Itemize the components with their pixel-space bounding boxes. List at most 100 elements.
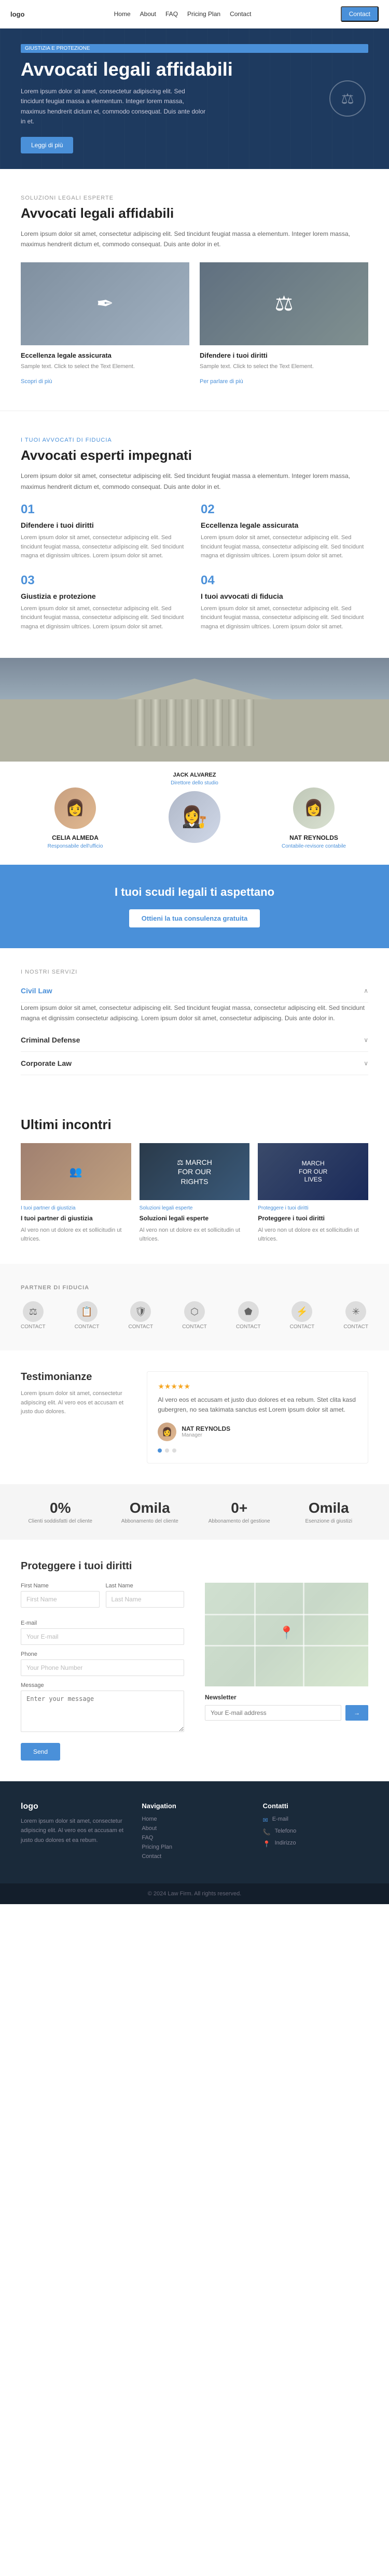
footer-email-text: E-mail <box>272 1816 288 1822</box>
team-avatar-2: 👩‍⚖️ <box>169 791 220 843</box>
firstname-input[interactable] <box>21 1591 100 1608</box>
rating-stars: ★★★★★ <box>158 1382 357 1391</box>
solutions-text: Lorem ipsum dolor sit amet, consectetur … <box>21 229 368 250</box>
message-input[interactable] <box>21 1691 184 1732</box>
team-grid: 👩 CELIA ALMEDA Responsabile dell'ufficio… <box>21 787 368 849</box>
news-tag-3: Proteggere i tuoi diritti <box>258 1205 368 1211</box>
email-label: E-mail <box>21 1620 184 1626</box>
nav-home[interactable]: Home <box>114 10 131 18</box>
nav-faq[interactable]: FAQ <box>165 10 178 18</box>
service-item-1[interactable]: Civil Law ∧ <box>21 979 368 1003</box>
phone-input[interactable] <box>21 1659 184 1676</box>
stats-section: 0% Clienti soddisfatti del cliente Omila… <box>0 1484 389 1540</box>
footer: logo Lorem ipsum dolor sit amet, consect… <box>0 1781 389 1883</box>
partner-5: ⬟ CONTACT <box>236 1301 261 1330</box>
feature-3-title: Giustizia e protezione <box>21 592 188 600</box>
team-text: Lorem ipsum dolor sit amet, consectetur … <box>21 471 368 492</box>
partner-4: ⬡ CONTACT <box>182 1301 207 1330</box>
phone-icon: 📞 <box>263 1828 271 1836</box>
hero-logo-circle: ⚖ <box>329 80 366 117</box>
stat-num-1: 0% <box>21 1500 100 1516</box>
news-text-2: Al vero non ut dolore ex et sollicitudin… <box>140 1226 250 1243</box>
court-column-3 <box>166 699 176 746</box>
footer-nav-about[interactable]: About <box>142 1825 247 1832</box>
feature-4-title: I tuoi avvocati di fiducia <box>201 592 368 600</box>
solution-card-2-title: Difendere i tuoi diritti <box>200 351 368 359</box>
footer-nav-home[interactable]: Home <box>142 1816 247 1822</box>
testimonial-dot-1[interactable] <box>158 1448 162 1453</box>
news-card-title-3: Proteggere i tuoi diritti <box>258 1214 368 1223</box>
team-card-2: JACK ALVAREZ Direttore dello studio 👩‍⚖️ <box>140 772 249 849</box>
solutions-label: SOLUZIONI LEGALI ESPERTE <box>21 195 368 201</box>
stat-label-4: Esenzione di giustizi <box>289 1518 369 1524</box>
form-submit-button[interactable]: Send <box>21 1743 60 1761</box>
news-text-1: Al vero non ut dolore ex et sollicitudin… <box>21 1226 131 1243</box>
stat-3: 0+ Abbonamento del gestione <box>200 1500 279 1524</box>
solution-card-1: ✒ Eccellenza legale assicurata Sample te… <box>21 262 189 385</box>
form-group-lastname: Last Name <box>106 1583 185 1608</box>
footer-address-text: Indirizzo <box>275 1840 296 1846</box>
team-name-1: CELIA ALMEDA <box>21 834 130 841</box>
footer-email: ✉ E-mail <box>263 1816 368 1824</box>
footer-nav-faq[interactable]: FAQ <box>142 1835 247 1841</box>
footer-nav-contact[interactable]: Contact <box>142 1853 247 1860</box>
news-image-3: MARCHFOR OURLIVES <box>258 1143 368 1200</box>
stat-label-3: Abbonamento del gestione <box>200 1518 279 1524</box>
solutions-section: SOLUZIONI LEGALI ESPERTE Avvocati legali… <box>0 169 389 411</box>
contact-form-title: Proteggere i tuoi diritti <box>21 1560 368 1572</box>
partner-name-3: CONTACT <box>128 1324 153 1330</box>
partner-name-4: CONTACT <box>182 1324 207 1330</box>
solutions-title: Avvocati legali affidabili <box>21 205 368 221</box>
testimonial-text: Al vero eos et accusam et justo duo dolo… <box>158 1395 357 1415</box>
cta-section: I tuoi scudi legali ti aspettano Ottieni… <box>0 865 389 948</box>
footer-bottom: © 2024 Law Firm. All rights reserved. <box>0 1883 389 1904</box>
hero-section: GIUSTIZIA E PROTEZIONE Avvocati legali a… <box>0 29 389 169</box>
partner-3: 🛡 CONTACT <box>128 1301 153 1330</box>
service-name-3: Corporate Law <box>21 1059 72 1067</box>
service-description-1: Lorem ipsum dolor sit amet, consectetur … <box>21 1003 368 1029</box>
map-placeholder: 📍 <box>205 1583 368 1686</box>
testimonials-inner: Testimonianze Lorem ipsum dolor sit amet… <box>21 1371 368 1463</box>
testimonials-intro-text: Lorem ipsum dolor sit amet, consectetur … <box>21 1389 131 1417</box>
news-image-1: 👥 <box>21 1143 131 1200</box>
feature-4-text: Lorem ipsum dolor sit amet, consectetur … <box>201 604 368 632</box>
newsletter-email-input[interactable] <box>205 1705 341 1721</box>
team-avatar-3: 👩 <box>293 787 335 829</box>
features-grid: 01 Difendere i tuoi diritti Lorem ipsum … <box>21 502 368 632</box>
lastname-input[interactable] <box>106 1591 185 1608</box>
court-column-8 <box>244 699 254 746</box>
partner-icon-2: 📋 <box>77 1301 98 1322</box>
footer-nav-pricing[interactable]: Pricing Plan <box>142 1844 247 1850</box>
feature-2-text: Lorem ipsum dolor sit amet, consectetur … <box>201 533 368 561</box>
feature-2-title: Eccellenza legale assicurata <box>201 521 368 529</box>
footer-about: logo Lorem ipsum dolor sit amet, consect… <box>21 1802 126 1863</box>
partner-7: ✳ CONTACT <box>343 1301 368 1330</box>
stat-2: Omila Abbonamento del cliente <box>110 1500 190 1524</box>
stat-num-3: 0+ <box>200 1500 279 1516</box>
footer-grid: logo Lorem ipsum dolor sit amet, consect… <box>21 1802 368 1863</box>
nav-contact[interactable]: Contact <box>230 10 251 18</box>
team-section: 👩 CELIA ALMEDA Responsabile dell'ufficio… <box>0 762 389 865</box>
team-label: I TUOI AVVOCATI DI FIDUCIA <box>21 437 368 443</box>
nav-cta-button[interactable]: Contact <box>341 6 379 22</box>
hero-cta-button[interactable]: Leggi di più <box>21 137 73 153</box>
service-item-3[interactable]: Corporate Law ∨ <box>21 1052 368 1075</box>
testimonial-dot-2[interactable] <box>165 1448 169 1453</box>
team-title: Avvocati esperti impegnati <box>21 447 368 463</box>
solution-card-2-link[interactable]: Per parlare di più <box>200 378 243 385</box>
solution-card-1-title: Eccellenza legale assicurata <box>21 351 189 359</box>
cta-button[interactable]: Ottieni la tua consulenza gratuita <box>129 909 260 927</box>
testimonial-dot-3[interactable] <box>172 1448 176 1453</box>
partner-name-2: CONTACT <box>75 1324 100 1330</box>
service-item-2[interactable]: Criminal Defense ∨ <box>21 1029 368 1052</box>
news-text-3: Al vero non ut dolore ex et sollicitudin… <box>258 1226 368 1243</box>
nav-about[interactable]: About <box>140 10 156 18</box>
stat-num-2: Omila <box>110 1500 190 1516</box>
court-column-1 <box>135 699 145 746</box>
footer-contact: Contatti ✉ E-mail 📞 Telefono 📍 Indirizzo <box>263 1802 368 1863</box>
email-input[interactable] <box>21 1628 184 1645</box>
newsletter-submit-button[interactable]: → <box>345 1705 368 1721</box>
nav-pricing[interactable]: Pricing Plan <box>187 10 220 18</box>
solution-card-1-link[interactable]: Scopri di più <box>21 378 52 385</box>
email-icon: ✉ <box>263 1817 268 1824</box>
